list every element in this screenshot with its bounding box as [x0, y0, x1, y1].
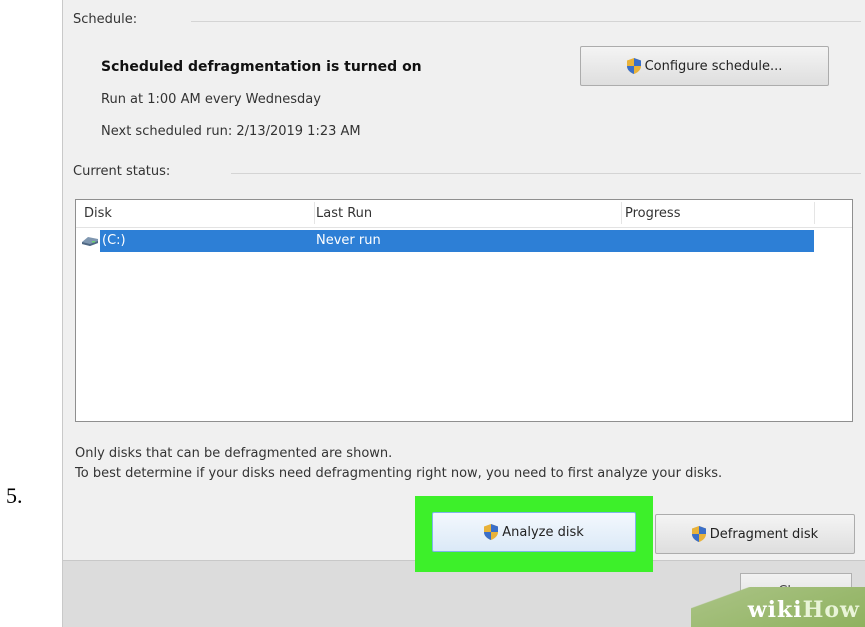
schedule-divider [191, 21, 861, 22]
watermark-part2: How [802, 597, 860, 623]
disk-row-c[interactable]: (C:) Never run [100, 230, 814, 252]
info-text-line2: To best determine if your disks need def… [75, 466, 723, 481]
disk-drive-icon [82, 237, 98, 246]
configure-schedule-button[interactable]: Configure schedule... [580, 46, 829, 86]
defragment-disk-button[interactable]: Defragment disk [655, 514, 855, 554]
current-status-label: Current status: [73, 164, 171, 179]
column-header-progress[interactable]: Progress [625, 206, 680, 221]
watermark: wikiHow [691, 587, 865, 627]
schedule-next-run: Next scheduled run: 2/13/2019 1:23 AM [101, 124, 361, 139]
watermark-part1: wiki [747, 597, 803, 623]
disk-list[interactable]: Disk Last Run Progress (C:) Never run [75, 199, 853, 422]
configure-schedule-label: Configure schedule... [644, 58, 783, 74]
status-divider [231, 173, 861, 174]
column-separator [314, 202, 315, 224]
column-separator [814, 202, 815, 224]
column-header-disk[interactable]: Disk [84, 206, 112, 221]
defragment-disk-label: Defragment disk [709, 526, 819, 542]
shield-icon [484, 524, 499, 540]
shield-icon [626, 58, 641, 74]
schedule-label: Schedule: [73, 12, 138, 27]
shield-icon [691, 526, 706, 542]
disk-last-run: Never run [316, 233, 381, 248]
disk-name: (C:) [102, 233, 126, 248]
defragmenter-dialog: Schedule: Scheduled defragmentation is t… [62, 0, 865, 627]
column-header-last-run[interactable]: Last Run [316, 206, 372, 221]
watermark-text: wikiHow [748, 597, 860, 623]
analyze-disk-label: Analyze disk [502, 524, 584, 540]
step-number: 5. [6, 483, 23, 508]
column-separator [621, 202, 622, 224]
schedule-status-heading: Scheduled defragmentation is turned on [101, 59, 422, 75]
info-text-line1: Only disks that can be defragmented are … [75, 446, 393, 461]
analyze-disk-button[interactable]: Analyze disk [432, 512, 636, 552]
disk-list-header: Disk Last Run Progress [76, 200, 852, 228]
schedule-run-time: Run at 1:00 AM every Wednesday [101, 92, 321, 107]
